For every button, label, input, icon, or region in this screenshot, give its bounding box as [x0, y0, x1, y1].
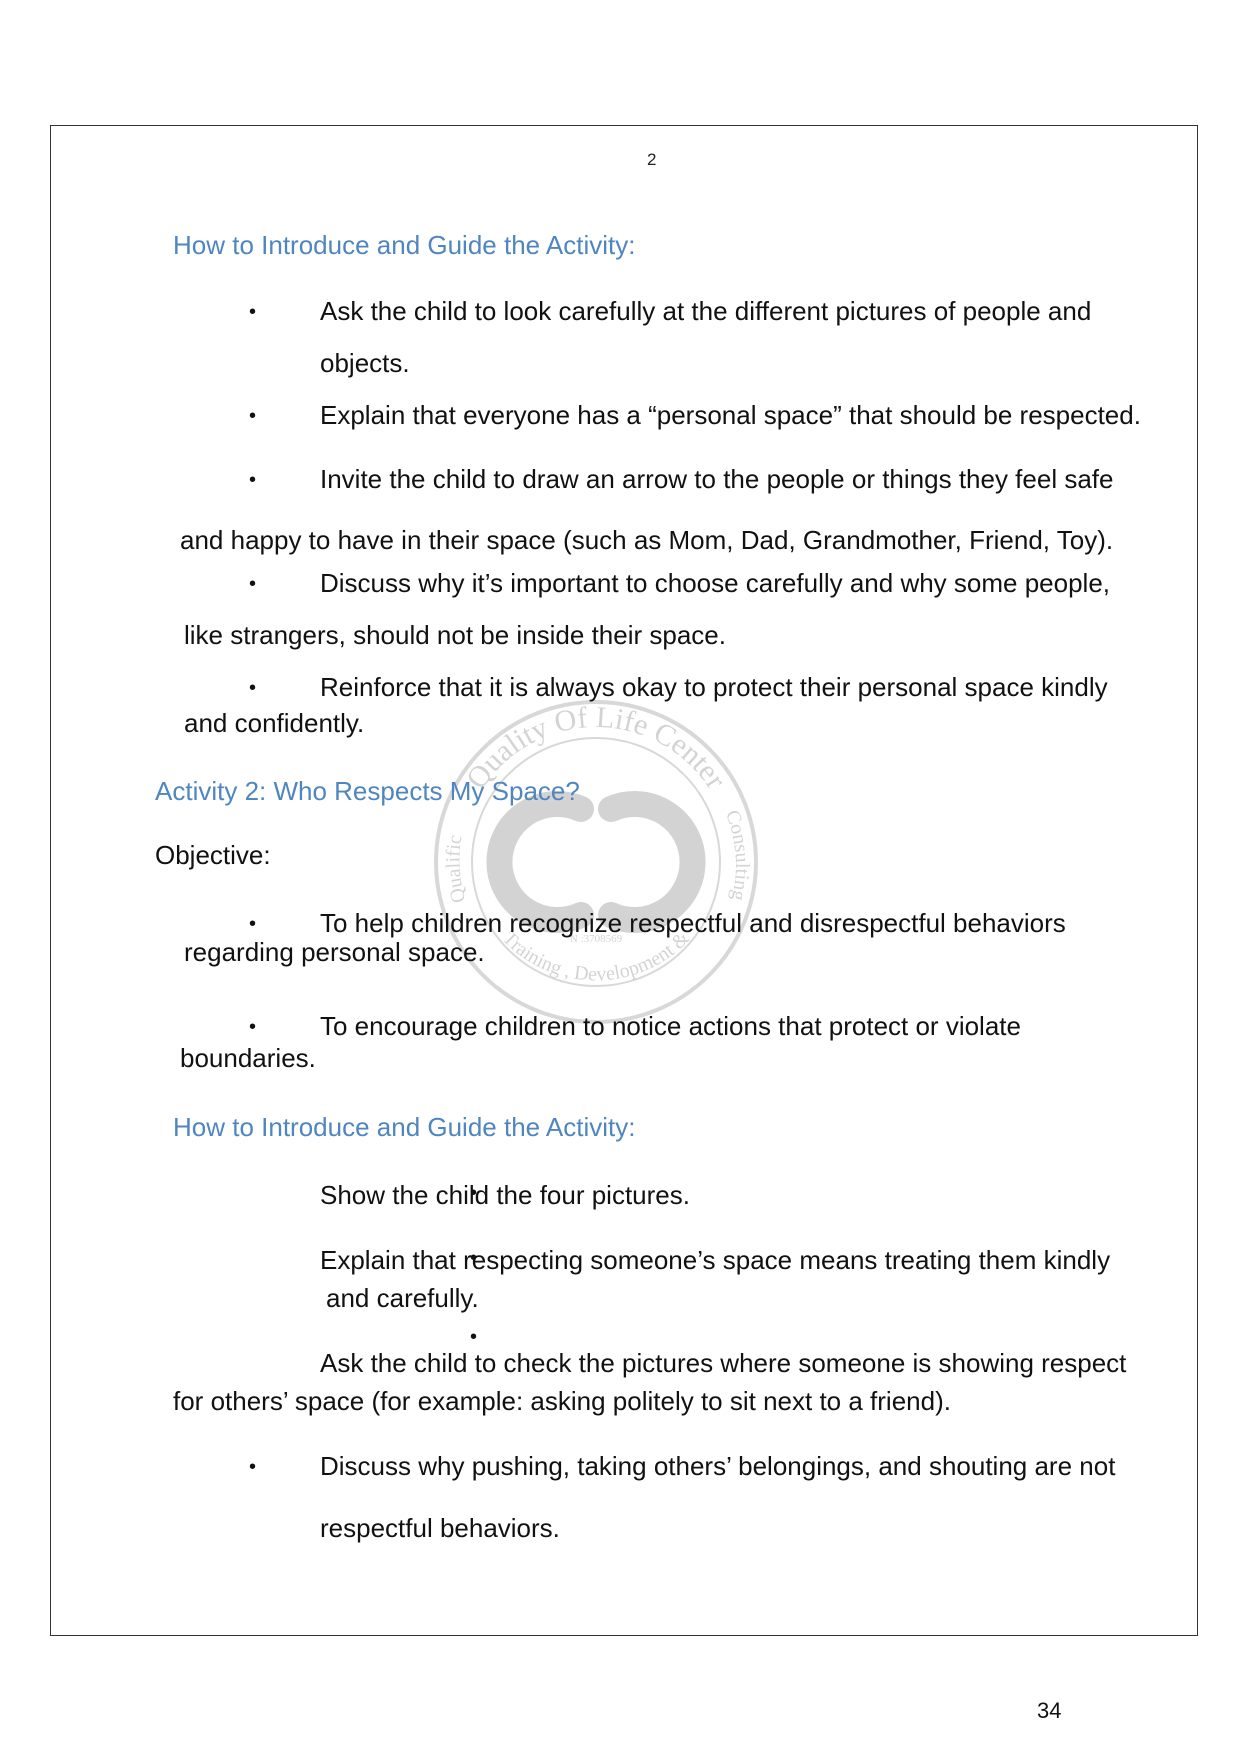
section2-line: Show the child the four pictures. — [320, 1180, 690, 1210]
section1-line: Reinforce that it is always okay to prot… — [320, 672, 1108, 702]
bullet-icon: • — [249, 469, 257, 491]
bullet-icon: • — [249, 301, 257, 323]
section1-line: Invite the child to draw an arrow to the… — [320, 464, 1114, 494]
watermark-seal: Quality Of Life Center Training , Develo… — [434, 700, 758, 1024]
watermark-left-text: Qualific — [442, 833, 470, 905]
section1-line: objects. — [320, 348, 410, 378]
section2-line: Discuss why pushing, taking others’ belo… — [320, 1451, 1116, 1481]
section2-line: and carefully. — [326, 1283, 479, 1313]
objective-line: regarding personal space. — [184, 937, 485, 967]
section1-heading: How to Introduce and Guide the Activity: — [173, 230, 636, 260]
bullet-icon: • — [470, 1182, 478, 1204]
svg-text:Qualific: Qualific — [442, 833, 470, 905]
section2-line: respectful behaviors. — [320, 1513, 560, 1543]
section2-heading: How to Introduce and Guide the Activity: — [173, 1112, 636, 1142]
objective-line: boundaries. — [180, 1043, 316, 1073]
section1-line: Explain that everyone has a “personal sp… — [320, 400, 1141, 430]
objective-line: To encourage children to notice actions … — [320, 1011, 1021, 1041]
bullet-icon: • — [249, 1016, 257, 1038]
objective-label: Objective: — [155, 840, 271, 870]
watermark-logo-icon — [486, 791, 706, 933]
objective-line: To help children recognize respectful an… — [320, 908, 1066, 938]
svg-text:Consulting: Consulting — [721, 807, 753, 903]
bullet-icon: • — [249, 913, 257, 935]
section1-line: like strangers, should not be inside the… — [184, 620, 726, 650]
section1-line: and happy to have in their space (such a… — [180, 525, 1114, 555]
bullet-icon: • — [470, 1326, 478, 1348]
footer-page-number: 34 — [1037, 1698, 1062, 1723]
section2-line: Explain that respecting someone’s space … — [320, 1245, 1111, 1275]
bullet-icon: • — [249, 573, 257, 595]
section2-line: for others’ space (for example: asking p… — [173, 1386, 951, 1416]
bullet-icon: • — [249, 677, 257, 699]
section1-line: Discuss why it’s important to choose car… — [320, 568, 1111, 598]
activity2-title: Activity 2: Who Respects My Space? — [155, 776, 580, 806]
section2-line: Ask the child to check the pictures wher… — [320, 1348, 1127, 1378]
inner-page-number: 2 — [647, 150, 657, 169]
watermark-right-text: Consulting — [721, 807, 753, 903]
bullet-icon: • — [249, 1456, 257, 1478]
section1-line: and confidently. — [184, 708, 365, 738]
section1-line: Ask the child to look carefully at the d… — [320, 296, 1092, 326]
bullet-icon: • — [249, 405, 257, 427]
bullet-icon: • — [470, 1247, 478, 1269]
